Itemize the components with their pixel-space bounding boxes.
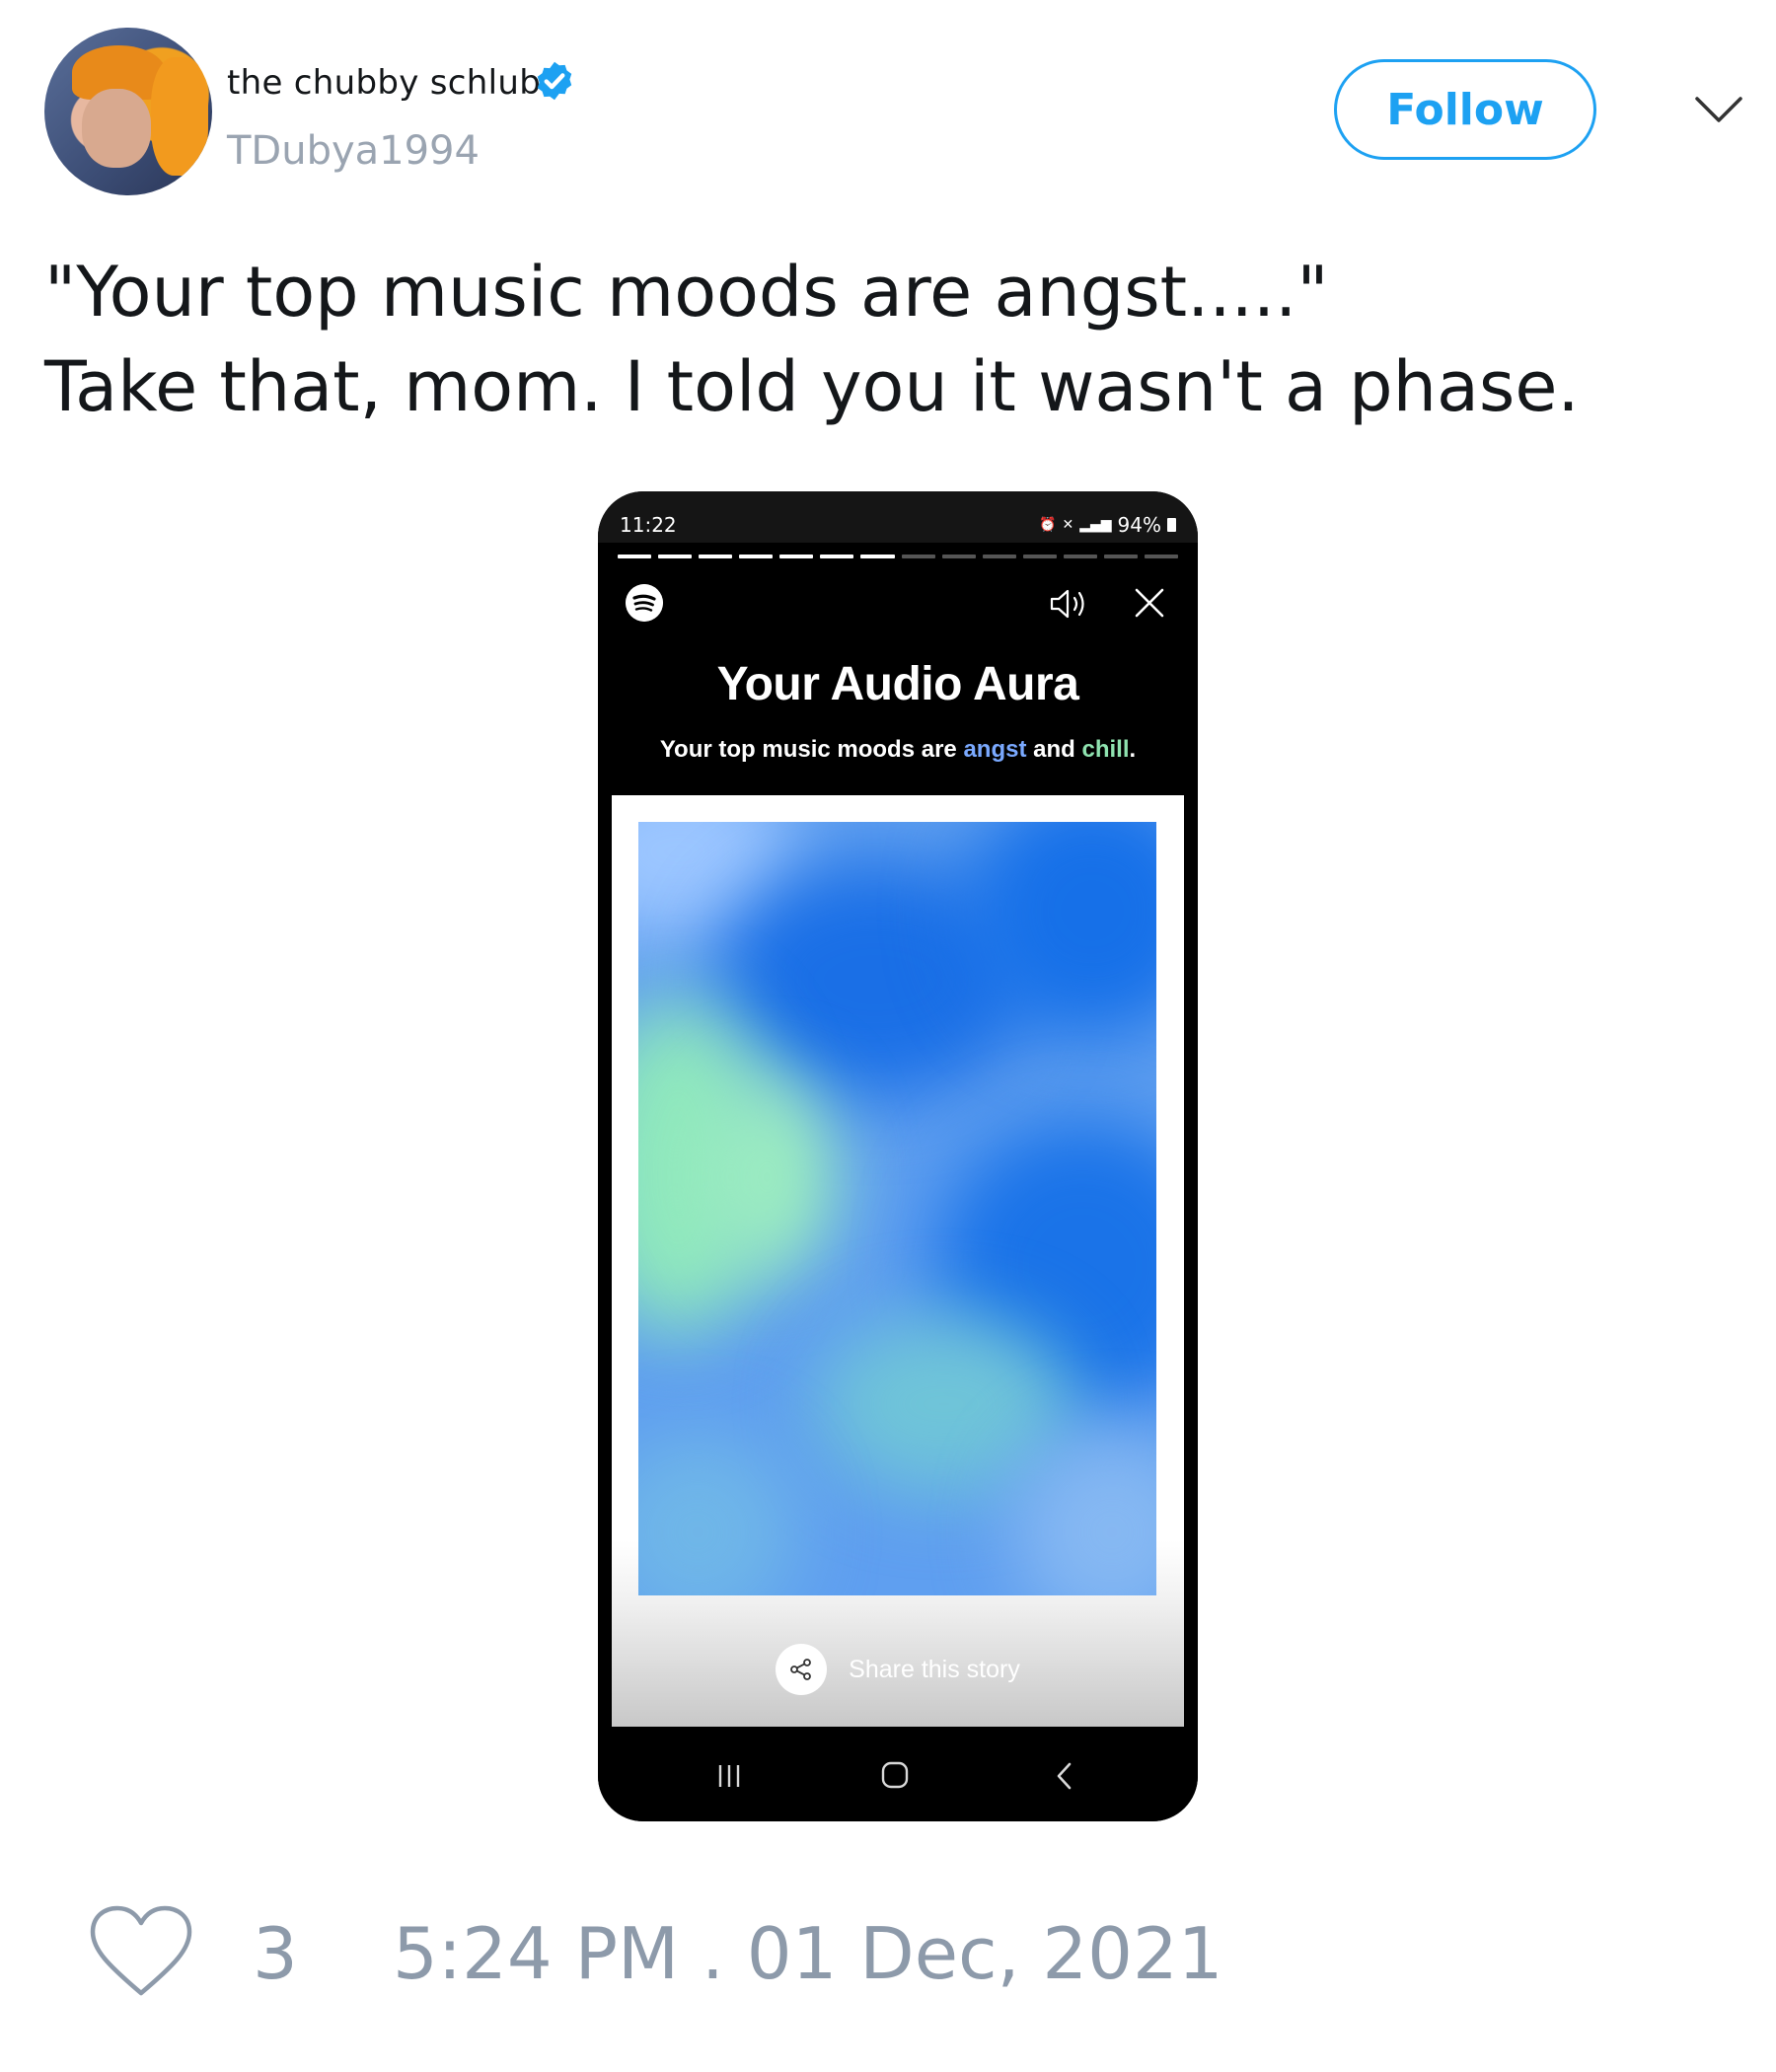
story-progress-segment — [820, 555, 854, 558]
tweet-text-line-2: Take that, mom. I told you it wasn't a p… — [44, 346, 1580, 427]
story-progress-segment — [1063, 555, 1097, 558]
like-count: 3 — [253, 1912, 298, 1995]
close-icon[interactable] — [1133, 586, 1166, 620]
status-indicators: ⏰ ✕ ▂▄▆ 94% — [1039, 513, 1176, 537]
story-progress — [618, 555, 1179, 558]
aura-card: Share this story — [612, 795, 1184, 1727]
battery-icon — [1167, 518, 1176, 532]
story-progress-segment — [901, 555, 935, 558]
speaker-icon[interactable] — [1048, 586, 1091, 622]
follow-button[interactable]: Follow — [1334, 59, 1596, 160]
story-progress-segment — [658, 555, 693, 558]
subtitle-prefix: Your top music moods are — [659, 736, 964, 763]
story-progress-segment — [1145, 555, 1179, 558]
tweet-text: "Your top music moods are angst....." Ta… — [44, 245, 1722, 434]
story-progress-segment — [1103, 555, 1139, 558]
story-progress-segment — [699, 555, 733, 558]
alarm-icon: ⏰ — [1039, 517, 1057, 533]
share-icon — [776, 1644, 828, 1695]
story-title: Your Audio Aura — [716, 658, 1079, 710]
story-progress-segment — [779, 555, 814, 558]
aura-gradient-art — [638, 822, 1156, 1595]
status-bar: 11:22 ⏰ ✕ ▂▄▆ 94% — [598, 491, 1198, 543]
story-subtitle: Your top music moods are angst and chill… — [598, 736, 1198, 764]
battery-percent: 94% — [1117, 513, 1161, 537]
story-progress-segment — [739, 555, 774, 558]
story-progress-segment — [941, 555, 976, 558]
mood-angst: angst — [963, 736, 1027, 763]
share-story-label: Share this story — [849, 1655, 1020, 1683]
nav-back-icon[interactable] — [1054, 1760, 1075, 1792]
android-nav-bar — [598, 1731, 1198, 1821]
avatar-glove — [151, 57, 208, 176]
subtitle-suffix: . — [1129, 736, 1137, 763]
status-time: 11:22 — [620, 513, 677, 537]
aura-blob — [638, 1434, 796, 1595]
tweet-timestamp[interactable]: 5:24 PM . 01 Dec, 2021 — [393, 1912, 1223, 1995]
share-story-button[interactable]: Share this story — [612, 1644, 1184, 1695]
author-handle[interactable]: TDubya1994 — [227, 128, 480, 174]
chevron-down-icon[interactable] — [1693, 91, 1744, 130]
story-progress-segment — [1022, 555, 1057, 558]
aura-blob — [698, 1078, 836, 1276]
spotify-logo-icon — [626, 584, 663, 622]
author-name[interactable]: the chubby schlubb — [227, 63, 562, 103]
tweet-text-line-1: "Your top music moods are angst....." — [44, 252, 1329, 333]
story-progress-segment — [860, 555, 895, 558]
mute-icon: ✕ — [1062, 517, 1074, 533]
heart-icon[interactable] — [89, 1904, 193, 1999]
aura-blob — [816, 1315, 1073, 1493]
story-progress-segment — [982, 555, 1016, 558]
avatar-face — [82, 89, 151, 168]
verified-badge-icon — [537, 61, 572, 101]
avatar[interactable] — [44, 28, 212, 195]
nav-recents-icon[interactable] — [714, 1762, 744, 1790]
mood-chill: chill — [1081, 736, 1130, 763]
subtitle-middle: and — [1026, 736, 1082, 763]
signal-icon: ▂▄▆ — [1079, 517, 1112, 533]
story-progress-segment — [618, 555, 652, 558]
attached-screenshot[interactable]: 11:22 ⏰ ✕ ▂▄▆ 94% Your Audio Aura Your t… — [598, 491, 1198, 1821]
nav-home-icon[interactable] — [880, 1760, 910, 1790]
